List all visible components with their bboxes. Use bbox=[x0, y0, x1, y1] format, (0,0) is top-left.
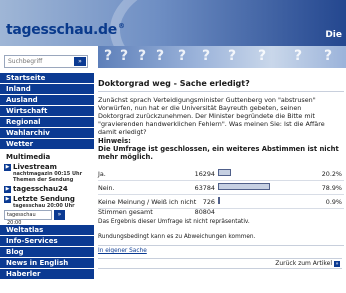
play-icon: ▶ bbox=[4, 164, 11, 171]
poll-bar-track bbox=[218, 197, 284, 204]
poll-option-percent: 20.2% bbox=[321, 170, 342, 178]
poll-note-representative: Das Ergebnis dieser Umfrage ist nicht re… bbox=[98, 219, 250, 225]
header-swoosh-graphic bbox=[110, 0, 346, 46]
poll-row: Ja. 16294 20.2% bbox=[98, 167, 344, 181]
poll-row: Keine Meinung / Weiß ich nicht 726 0.9% bbox=[98, 195, 344, 209]
poll-option-percent: 0.9% bbox=[325, 198, 342, 206]
nav-item-info-services[interactable]: Info-Services bbox=[0, 236, 94, 247]
poll-note-rounding: Rundungsbedingt kann es zu Abweichungen … bbox=[98, 234, 256, 240]
broadcast-go-button[interactable]: » bbox=[54, 210, 65, 220]
nav-item-wahlarchiv[interactable]: Wahlarchiv bbox=[0, 128, 94, 139]
multimedia-item-title[interactable]: Livestream bbox=[13, 163, 82, 171]
nav-item-wirtschaft[interactable]: Wirtschaft bbox=[0, 106, 94, 117]
nav-item-regional[interactable]: Regional bbox=[0, 117, 94, 128]
back-to-article-link[interactable]: Zurück zum Artikel» bbox=[275, 260, 340, 267]
multimedia-item-subtitle: tagesschau 20:00 Uhr bbox=[13, 203, 75, 209]
multimedia-item-subtitle[interactable]: Themen der Sendung bbox=[13, 177, 82, 183]
poll-option-count: 63784 bbox=[194, 184, 215, 192]
play-icon: ▶ bbox=[4, 196, 11, 203]
header-claim: Die bbox=[325, 30, 342, 40]
article-footer-bar: Zurück zum Artikel» bbox=[98, 258, 342, 269]
nav-item-wetter[interactable]: Wetter bbox=[0, 139, 94, 150]
main-content: ? ? ? ? ? ? ? ? ? ? Doktorgrad weg - Sac… bbox=[94, 46, 346, 293]
poll-option-count: 726 bbox=[202, 198, 215, 206]
poll-row: Nein. 63784 78.9% bbox=[98, 181, 344, 195]
divider bbox=[98, 245, 344, 246]
poll-option-count: 16294 bbox=[194, 170, 215, 178]
site-header: tagesschau.de® Die bbox=[0, 0, 346, 46]
nav-item-blog[interactable]: Blog bbox=[0, 247, 94, 258]
back-to-article-label[interactable]: Zurück zum Artikel bbox=[275, 260, 332, 267]
nav-item-inland[interactable]: Inland bbox=[0, 84, 94, 95]
poll-total-label: Stimmen gesamt bbox=[98, 208, 153, 216]
poll-total: Stimmen gesamt 80804 bbox=[98, 208, 344, 218]
nav-item-news-in-english[interactable]: News in English bbox=[0, 258, 94, 269]
poll-results: Ja. 16294 20.2% Nein. 63784 78.9% Keine … bbox=[98, 167, 344, 209]
hint-text: Die Umfrage ist geschlossen, ein weitere… bbox=[98, 145, 339, 161]
question-marks-banner-image: ? ? ? ? ? ? ? ? ? ? bbox=[98, 46, 346, 68]
search-box: » bbox=[4, 55, 88, 68]
multimedia-box: Multimedia ▶ Livestream nachtmagazin 00:… bbox=[0, 153, 94, 209]
poll-bar-track bbox=[218, 169, 284, 176]
site-logo[interactable]: tagesschau.de® bbox=[6, 22, 125, 38]
article-title: Doktorgrad weg - Sache erledigt? bbox=[98, 79, 344, 92]
in-eigener-sache-link[interactable]: In eigener Sache bbox=[98, 248, 147, 254]
search-input[interactable] bbox=[5, 56, 70, 67]
nav-item-weltatlas[interactable]: Weltatlas bbox=[0, 225, 94, 236]
poll-bar bbox=[218, 183, 270, 190]
nav-item-haberler[interactable]: Haberler bbox=[0, 269, 94, 280]
nav-item-ausland[interactable]: Ausland bbox=[0, 95, 94, 106]
poll-bar bbox=[218, 169, 231, 176]
main-navigation: Startseite Inland Ausland Wirtschaft Reg… bbox=[0, 73, 94, 150]
poll-bar bbox=[218, 197, 220, 204]
multimedia-item-title[interactable]: tagesschau24 bbox=[13, 185, 68, 193]
search-submit-button[interactable]: » bbox=[74, 57, 86, 66]
broadcast-select[interactable]: tagesschau 20:00 bbox=[4, 210, 52, 226]
poll-option-label: Ja. bbox=[98, 170, 106, 178]
poll-bar-track bbox=[218, 183, 284, 190]
secondary-navigation: Weltatlas Info-Services Blog News in Eng… bbox=[0, 225, 94, 280]
poll-option-percent: 78.9% bbox=[321, 184, 342, 192]
poll-option-label: Nein. bbox=[98, 184, 115, 192]
poll-total-count: 80804 bbox=[194, 208, 215, 216]
poll-closed-hint: Hinweis: Die Umfrage ist geschlossen, ei… bbox=[98, 137, 344, 161]
nav-item-startseite[interactable]: Startseite bbox=[0, 73, 94, 84]
arrow-right-icon[interactable]: » bbox=[334, 260, 340, 267]
multimedia-item-letzte-sendung[interactable]: ▶ Letzte Sendung tagesschau 20:00 Uhr bbox=[0, 195, 94, 209]
hint-label: Hinweis: bbox=[98, 137, 131, 145]
article-teaser: Zunächst sprach Verteidigungsminister Gu… bbox=[98, 96, 325, 136]
multimedia-item-tagesschau24[interactable]: ▶ tagesschau24 bbox=[0, 185, 94, 193]
multimedia-heading: Multimedia bbox=[6, 153, 51, 161]
multimedia-item-title[interactable]: Letzte Sendung bbox=[13, 195, 75, 203]
play-icon: ▶ bbox=[4, 186, 11, 193]
multimedia-item-livestream[interactable]: ▶ Livestream nachtmagazin 00:15 Uhr Them… bbox=[0, 163, 94, 183]
